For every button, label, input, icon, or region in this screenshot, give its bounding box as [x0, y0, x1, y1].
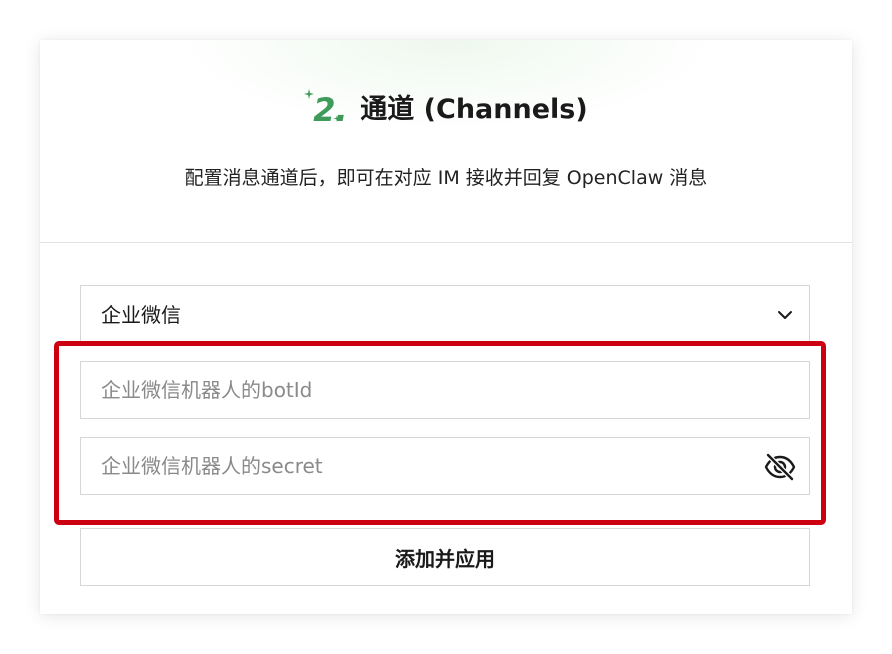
- channel-select[interactable]: 企业微信: [80, 285, 810, 343]
- page-title: 通道 (Channels): [360, 94, 588, 125]
- title-row: 2. 通道 (Channels): [40, 88, 852, 132]
- secret-input[interactable]: [81, 438, 809, 494]
- channels-card: 2. 通道 (Channels) 配置消息通道后，即可在对应 IM 接收并回复 …: [40, 40, 852, 614]
- bot-id-input[interactable]: [81, 362, 809, 418]
- visibility-toggle[interactable]: [763, 451, 797, 483]
- step-number: 2.: [313, 91, 348, 129]
- bot-id-field: [80, 361, 810, 419]
- channel-select-value: 企业微信: [101, 303, 181, 327]
- sparkle-step-icon: 2.: [304, 88, 348, 132]
- page-subtitle: 配置消息通道后，即可在对应 IM 接收并回复 OpenClaw 消息: [184, 167, 708, 189]
- eye-off-icon: [764, 453, 796, 481]
- chevron-down-icon: [777, 307, 793, 327]
- page: 2. 通道 (Channels) 配置消息通道后，即可在对应 IM 接收并回复 …: [0, 0, 892, 654]
- add-and-apply-button[interactable]: 添加并应用: [80, 528, 810, 586]
- card-header: 2. 通道 (Channels) 配置消息通道后，即可在对应 IM 接收并回复 …: [40, 40, 852, 243]
- secret-field: [80, 437, 810, 495]
